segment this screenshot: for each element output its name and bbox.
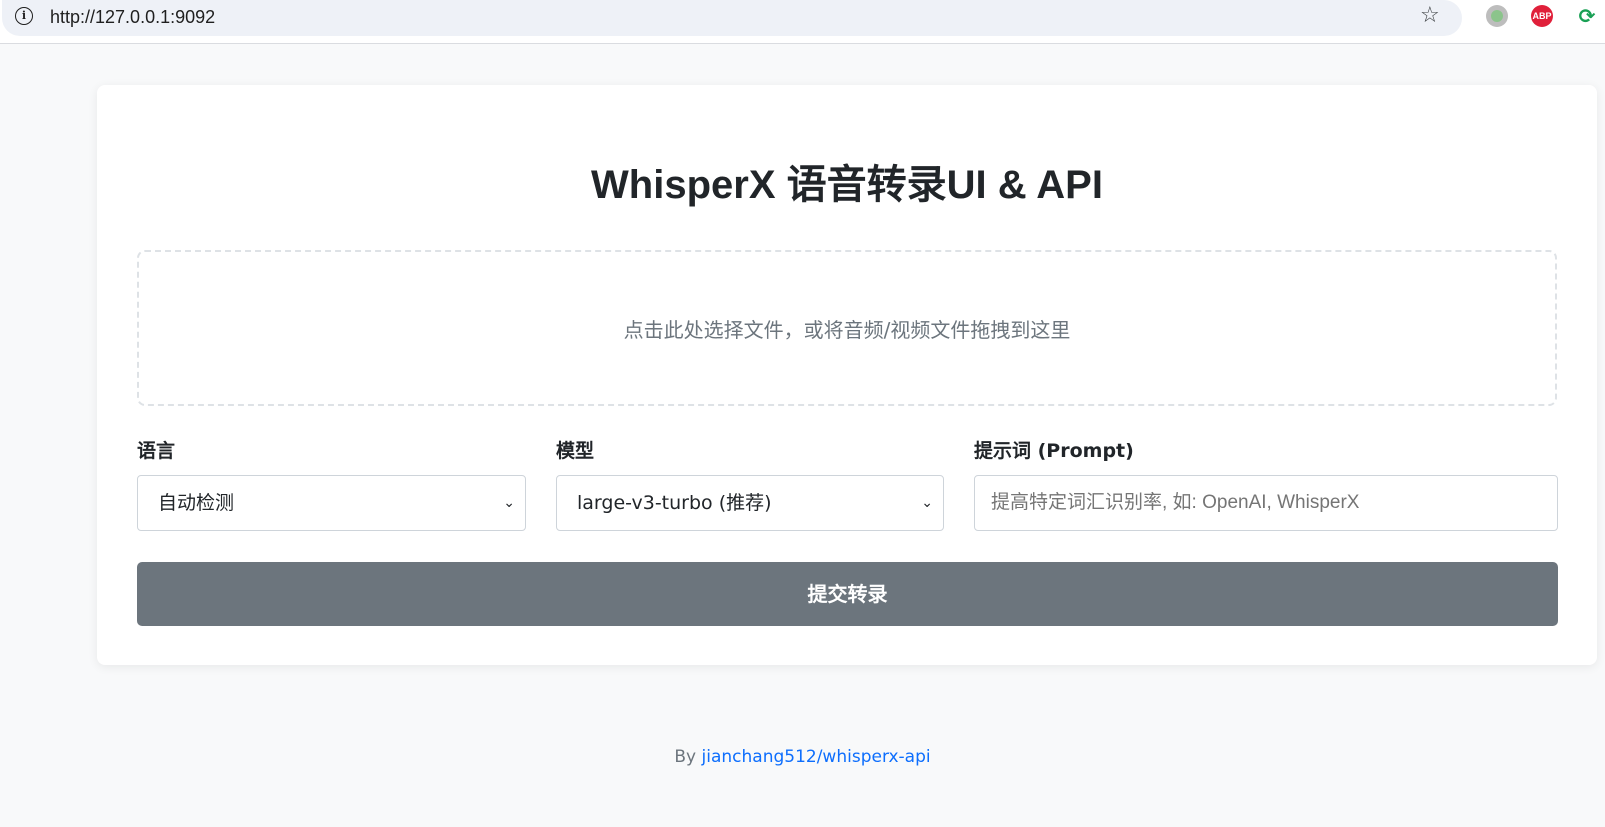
repo-link[interactable]: jianchang512/whisperx-api: [702, 747, 931, 767]
model-label: 模型: [556, 440, 595, 462]
footer-prefix: By: [674, 747, 697, 767]
page-title: WhisperX 语音转录UI & API: [591, 163, 1103, 207]
model-select-value: large-v3-turbo (推荐): [577, 492, 772, 514]
model-select[interactable]: large-v3-turbo (推荐) ⌄: [556, 475, 944, 531]
language-label: 语言: [137, 440, 176, 462]
submit-button[interactable]: 提交转录: [137, 562, 1558, 626]
language-select[interactable]: 自动检测 ⌄: [137, 475, 526, 531]
url-text[interactable]: http://127.0.0.1:9092: [50, 4, 215, 30]
dropzone-text: 点击此处选择文件，或将音频/视频文件拖拽到这里: [623, 317, 1071, 342]
star-icon[interactable]: ☆: [1420, 3, 1440, 29]
prompt-input[interactable]: [974, 475, 1558, 531]
browser-toolbar: i http://127.0.0.1:9092 ☆ ABP ⟳: [0, 0, 1605, 44]
file-dropzone[interactable]: 点击此处选择文件，或将音频/视频文件拖拽到这里: [137, 250, 1557, 406]
info-icon[interactable]: i: [15, 7, 33, 25]
chevron-down-icon: ⌄: [503, 495, 515, 511]
main-card: WhisperX 语音转录UI & API 点击此处选择文件，或将音频/视频文件…: [97, 85, 1597, 665]
extension-icon[interactable]: [1486, 5, 1508, 27]
prompt-label: 提示词 (Prompt): [974, 440, 1134, 462]
address-bar[interactable]: i http://127.0.0.1:9092 ☆: [2, 0, 1462, 36]
sync-icon[interactable]: ⟳: [1576, 5, 1598, 27]
adblock-plus-icon[interactable]: ABP: [1531, 5, 1553, 27]
language-select-value: 自动检测: [158, 492, 235, 514]
chevron-down-icon: ⌄: [921, 495, 933, 511]
footer: By jianchang512/whisperx-api: [0, 745, 1605, 769]
